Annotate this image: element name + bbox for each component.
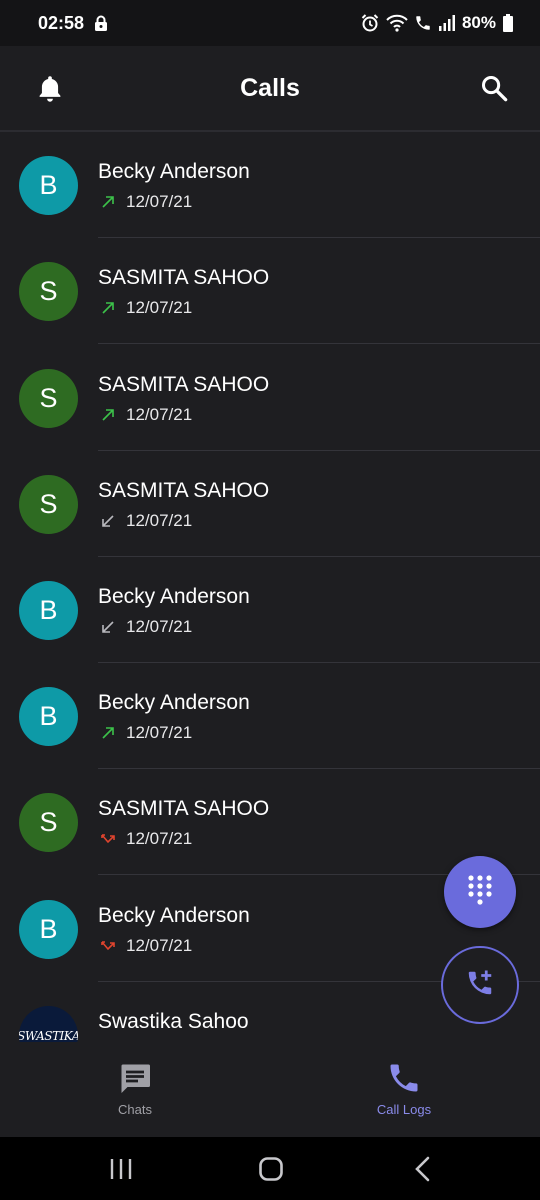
contact-avatar: S [19, 793, 78, 852]
contact-name: Becky Anderson [98, 160, 250, 183]
contact-name: Swastika Sahoo [98, 1010, 249, 1033]
call-date: 12/07/21 [126, 829, 193, 848]
avatar-image-text: SWASTIKA [19, 1028, 78, 1043]
signal-icon [438, 15, 456, 31]
contact-avatar: B [19, 581, 78, 640]
system-navigation-bar [0, 1137, 540, 1200]
nav-chats[interactable]: Chats [65, 1060, 205, 1117]
contact-name: SASMITA SAHOO [98, 373, 270, 396]
home-icon[interactable] [258, 1156, 284, 1182]
call-log-row[interactable]: B Becky Anderson 12/07/21 [0, 663, 540, 769]
call-log-row[interactable]: S SASMITA SAHOO 12/07/21 [0, 451, 540, 557]
contact-name: Becky Anderson [98, 904, 250, 927]
page-title: Calls [240, 74, 300, 102]
call-meta: 12/07/21 [100, 511, 192, 531]
bottom-navigation: Chats Call Logs [0, 1042, 540, 1137]
contact-avatar: SWASTIKA [19, 1006, 78, 1042]
call-log-row[interactable]: S SASMITA SAHOO 12/07/21 [0, 238, 540, 344]
chat-icon [117, 1060, 153, 1096]
call-log-row[interactable]: B Becky Anderson 12/07/21 [0, 557, 540, 663]
call-date: 12/07/21 [126, 936, 193, 955]
contact-name: SASMITA SAHOO [98, 797, 270, 820]
call-date: 12/07/21 [126, 298, 193, 317]
battery-level: 80% [461, 13, 496, 32]
nav-chats-label: Chats [118, 1102, 152, 1117]
call-date: 12/07/21 [126, 405, 193, 424]
back-icon[interactable] [410, 1156, 436, 1182]
nav-call-logs[interactable]: Call Logs [334, 1060, 474, 1117]
call-meta: 12/07/21 [100, 298, 192, 318]
outgoing-call-icon [100, 725, 116, 741]
contact-name: SASMITA SAHOO [98, 479, 270, 502]
outgoing-call-icon [100, 407, 116, 423]
call-meta: 12/07/21 [100, 936, 192, 956]
contact-avatar: B [19, 156, 78, 215]
add-call-icon [465, 968, 495, 1003]
call-log-row[interactable]: S SASMITA SAHOO 12/07/21 [0, 345, 540, 451]
call-log-row[interactable]: B Becky Anderson 12/07/21 [0, 132, 540, 238]
app-bar: Calls [0, 46, 540, 132]
contact-avatar: S [19, 369, 78, 428]
contact-avatar: B [19, 900, 78, 959]
contact-avatar: S [19, 262, 78, 321]
contact-name: SASMITA SAHOO [98, 266, 270, 289]
status-bar: 02:58 80% [0, 0, 540, 46]
incoming-call-icon [100, 619, 116, 635]
battery-icon [502, 14, 514, 32]
contact-name: Becky Anderson [98, 585, 250, 608]
contact-avatar: S [19, 475, 78, 534]
outgoing-call-icon [100, 300, 116, 316]
divider [98, 343, 540, 344]
dialpad-icon [465, 873, 495, 912]
dialpad-button[interactable] [444, 856, 516, 928]
wifi-icon [386, 14, 408, 32]
outgoing-call-icon [100, 194, 116, 210]
call-date: 12/07/21 [126, 192, 193, 211]
call-meta: 12/07/21 [100, 829, 192, 849]
missed-call-icon [100, 831, 116, 847]
call-date: 12/07/21 [126, 511, 193, 530]
contact-name: Becky Anderson [98, 691, 250, 714]
call-date: 12/07/21 [126, 617, 193, 636]
call-meta: 12/07/21 [100, 723, 192, 743]
add-call-button[interactable] [441, 946, 519, 1024]
call-meta: 12/07/21 [100, 192, 192, 212]
incoming-call-icon [100, 513, 116, 529]
phone-icon [386, 1060, 422, 1096]
contact-avatar: B [19, 687, 78, 746]
wifi-calling-icon [414, 14, 432, 32]
alarm-icon [360, 13, 380, 33]
recent-apps-icon[interactable] [108, 1156, 134, 1182]
status-time: 02:58 [38, 12, 85, 33]
call-date: 12/07/21 [126, 723, 193, 742]
lock-icon [94, 15, 108, 31]
call-log-row[interactable]: S SASMITA SAHOO 12/07/21 [0, 769, 540, 875]
search-icon[interactable] [480, 74, 508, 102]
call-meta: 12/07/21 [100, 405, 192, 425]
nav-call-logs-label: Call Logs [376, 1102, 432, 1117]
missed-call-icon [100, 938, 116, 954]
call-meta: 12/07/21 [100, 617, 192, 637]
